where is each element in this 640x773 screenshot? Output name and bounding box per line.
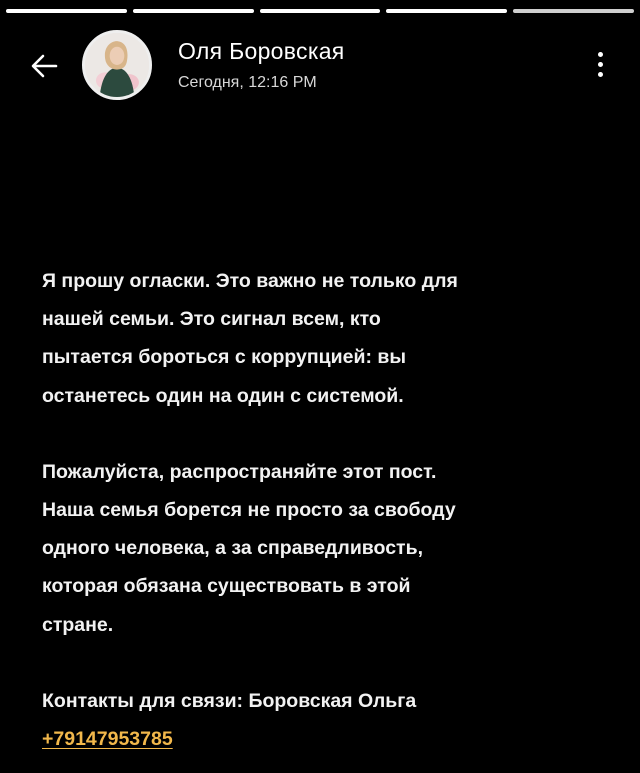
author-name[interactable]: Оля Боровская — [178, 38, 345, 65]
profile-photo — [85, 33, 149, 97]
contacts-label: Контакты для связи: Боровская Ольга — [42, 689, 417, 712]
story-paragraph-1: Я прошу огласки. Это важно не только для… — [42, 270, 458, 407]
progress-segment — [386, 9, 508, 13]
post-timestamp: Сегодня, 12:16 PM — [178, 74, 317, 91]
avatar[interactable] — [82, 30, 152, 100]
story-paragraph-2: Пожалуйста, распространяйте этот пост. Н… — [42, 460, 456, 636]
more-vertical-icon — [597, 51, 603, 57]
progress-segment-current — [513, 9, 634, 13]
progress-segment — [132, 9, 254, 13]
story-progress-bar — [6, 9, 634, 13]
more-options-button[interactable] — [586, 44, 614, 84]
progress-segment — [6, 9, 127, 13]
back-button[interactable] — [26, 48, 62, 84]
arrow-left-icon — [31, 54, 58, 78]
story-text: Я прошу огласки. Это важно не только для… — [42, 262, 612, 758]
more-vertical-icon — [597, 71, 603, 77]
contacts-block: Контакты для связи: Боровская Ольга +7914… — [42, 682, 612, 758]
more-vertical-icon — [597, 61, 603, 67]
phone-link[interactable]: +79147953785 — [42, 728, 173, 750]
progress-segment — [259, 9, 381, 13]
